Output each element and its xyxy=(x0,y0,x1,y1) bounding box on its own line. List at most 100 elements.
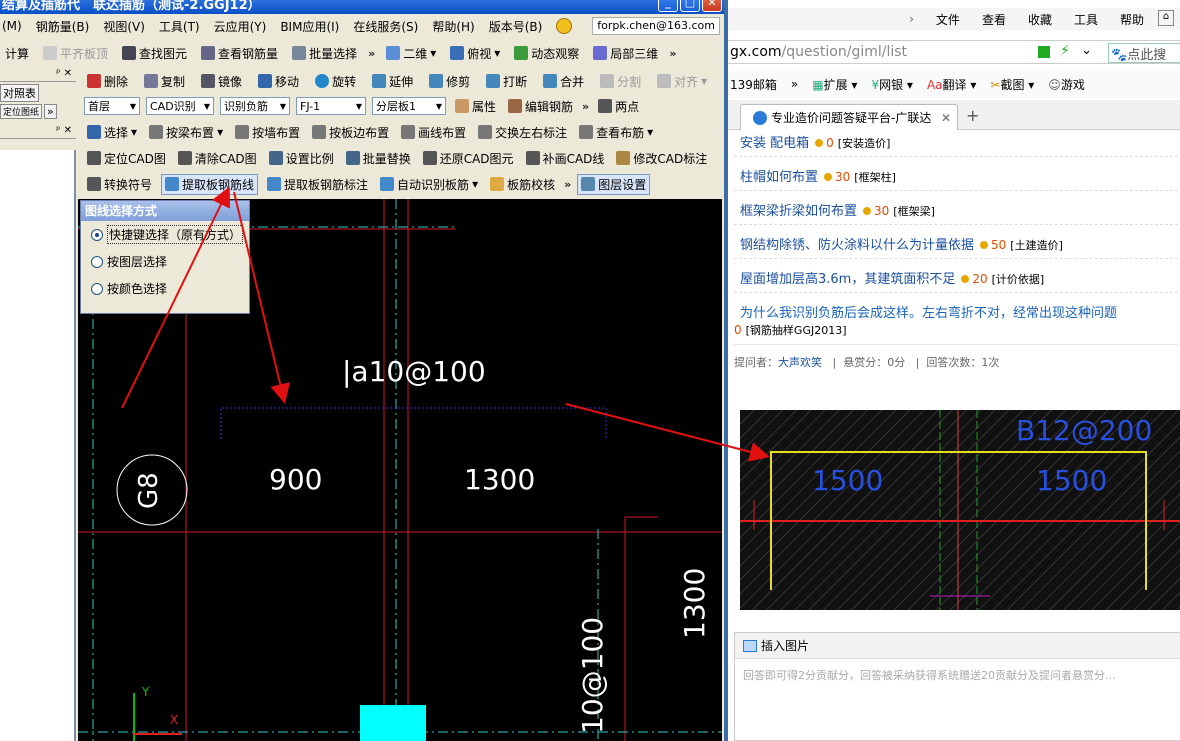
fav-games[interactable]: ☺游戏 xyxy=(1048,76,1085,93)
auto-identify-slab-rebar-button[interactable]: 自动识别板筋 ▾ xyxy=(377,175,481,194)
browser-menu-help[interactable]: 帮助 xyxy=(1120,11,1144,28)
address-bar[interactable]: gx.com/question/giml/list ⚡ ⌄ 🐾点此搜 xyxy=(728,40,1180,64)
radio-dot[interactable] xyxy=(91,282,103,295)
fav-139mail[interactable]: 139邮箱 xyxy=(730,76,777,93)
fav-screenshot[interactable]: ✂截图 ▾ xyxy=(990,76,1034,93)
browser-menu-favorites[interactable]: 收藏 xyxy=(1028,11,1052,28)
layout-by-beam-button[interactable]: 按梁布置 ▾ xyxy=(146,123,226,142)
tab-question-platform[interactable]: 专业造价问题答疑平台-广联达 ✕ xyxy=(740,104,958,130)
radio-layer-select[interactable]: 按图层选择 xyxy=(81,248,249,275)
edit-rebar-button[interactable]: 编辑钢筋 xyxy=(505,97,576,116)
radio-dot[interactable] xyxy=(91,255,103,268)
merge-button[interactable]: 合并 xyxy=(540,72,587,91)
question-item[interactable]: 柱帽如何布置 30 [框架柱] xyxy=(740,166,896,185)
dock-expand-button[interactable]: » xyxy=(44,104,57,119)
radio-color-select[interactable]: 按颜色选择 xyxy=(81,275,249,302)
question-image[interactable]: B12@200 1500 1500 xyxy=(740,410,1180,610)
batch-select-button[interactable]: 批量选择 xyxy=(289,44,360,63)
draw-line-layout-button[interactable]: 画线布置 xyxy=(398,123,469,142)
restore-cad-button[interactable]: 还原CAD图元 xyxy=(420,149,517,168)
calc-button[interactable]: 计算 xyxy=(2,44,32,63)
align-button[interactable]: 对齐 ▾ xyxy=(654,72,710,91)
home-icon[interactable]: ⌂ xyxy=(1158,10,1174,26)
overflow-chevron-icon[interactable]: » xyxy=(564,178,571,191)
question-item[interactable]: 屋面增加层高3.6m，其建筑面积不足 20 [计价依据] xyxy=(740,268,1044,287)
delete-button[interactable]: 删除 xyxy=(84,72,131,91)
view-rebar-layout-button[interactable]: 查看布筋 ▾ xyxy=(576,123,656,142)
batch-replace-button[interactable]: 批量替换 xyxy=(343,149,414,168)
menu-item-cloud[interactable]: 云应用(Y) xyxy=(214,18,267,35)
two-point-button[interactable]: 两点 xyxy=(595,97,642,116)
asker-name[interactable]: 大声欢笑 xyxy=(778,356,822,369)
clear-cad-button[interactable]: 清除CAD图 xyxy=(175,149,260,168)
slab-rebar-check-button[interactable]: 板筋校核 xyxy=(487,175,558,194)
maximize-button[interactable]: □ xyxy=(680,0,700,12)
fav-extensions[interactable]: ▦扩展 ▾ xyxy=(812,76,857,93)
question-item[interactable]: 安装 配电箱 0 [安装造价] xyxy=(740,132,890,151)
close-button[interactable]: ✕ xyxy=(702,0,722,12)
fav-ebank[interactable]: ¥网银 ▾ xyxy=(871,76,913,93)
dropdown-chevron-icon[interactable]: ⌄ xyxy=(1081,43,1092,58)
break-button[interactable]: 打断 xyxy=(483,72,530,91)
redraw-cad-line-button[interactable]: 补画CAD线 xyxy=(523,149,608,168)
menu-item-online[interactable]: 在线服务(S) xyxy=(353,18,418,35)
extract-slab-rebar-label-button[interactable]: 提取板钢筋标注 xyxy=(264,175,371,194)
answer-textarea[interactable]: 回答即可得2分贡献分，回答被采纳获得系统赠送20贡献分及提问者悬赏分... xyxy=(735,659,1180,691)
rotate-button[interactable]: 旋转 xyxy=(312,72,359,91)
split-button[interactable]: 分割 xyxy=(597,72,644,91)
move-button[interactable]: 移动 xyxy=(255,72,302,91)
layout-by-slab-edge-button[interactable]: 按板边布置 xyxy=(309,123,392,142)
insert-image-icon[interactable] xyxy=(743,639,757,652)
browser-menu-view[interactable]: 查看 xyxy=(982,11,1006,28)
menu-item-help[interactable]: 帮助(H) xyxy=(432,18,474,35)
radio-shortcut-select[interactable]: 快捷键选择（原有方式） xyxy=(81,221,249,248)
slab-layer-select[interactable]: 分层板1 ▼ xyxy=(372,97,446,115)
question-item[interactable]: 框架梁折梁如何布置 30 [框架梁] xyxy=(740,200,935,219)
extract-slab-rebar-line-button[interactable]: 提取板钢筋线 xyxy=(161,173,259,195)
fav-translate[interactable]: Aa翻译 ▾ xyxy=(927,76,976,93)
set-scale-button[interactable]: 设置比例 xyxy=(266,149,337,168)
dynamic-view-button[interactable]: 动态观察 xyxy=(511,44,582,63)
overflow-chevron-icon[interactable]: » xyxy=(368,47,375,60)
property-button[interactable]: 属性 xyxy=(452,97,499,116)
flush-slab-button[interactable]: 平齐板顶 xyxy=(40,44,111,63)
overflow-chevron-icon[interactable]: » xyxy=(669,47,676,60)
dock-locate-drawing[interactable]: 定位图纸 xyxy=(0,104,43,119)
layer-settings-button[interactable]: 图层设置 xyxy=(577,173,651,195)
fav-overflow-chevron-icon[interactable]: » xyxy=(791,77,798,91)
cad-identify-select[interactable]: CAD识别 ▼ xyxy=(146,97,214,115)
minimize-button[interactable]: _ xyxy=(658,0,678,12)
locate-cad-button[interactable]: 定位CAD图 xyxy=(84,149,169,168)
search-input[interactable]: 🐾点此搜 xyxy=(1108,43,1180,63)
qr-icon[interactable] xyxy=(1038,46,1050,58)
menu-item-first[interactable]: (M) xyxy=(2,19,22,33)
user-email[interactable]: forpk.chen@163.com xyxy=(592,17,720,35)
new-tab-button[interactable]: + xyxy=(966,106,979,125)
view-mode-dropdown[interactable]: 二维 ▾ xyxy=(383,44,439,63)
menu-item-tools[interactable]: 工具(T) xyxy=(159,18,200,35)
select-dropdown[interactable]: 选择 ▾ xyxy=(84,123,140,142)
menu-item-rebar[interactable]: 钢筋量(B) xyxy=(36,18,90,35)
copy-button[interactable]: 复制 xyxy=(141,72,188,91)
lightning-icon[interactable]: ⚡ xyxy=(1060,43,1070,59)
modify-cad-label-button[interactable]: 修改CAD标注 xyxy=(613,149,710,168)
view-rebar-button[interactable]: 查看钢筋量 xyxy=(198,44,281,63)
insert-image-button[interactable]: 插入图片 xyxy=(761,637,809,654)
menu-item-bim[interactable]: BIM应用(I) xyxy=(280,18,339,35)
radio-dot[interactable] xyxy=(91,228,103,241)
extend-button[interactable]: 延伸 xyxy=(369,72,416,91)
overflow-chevron-icon[interactable]: » xyxy=(582,100,589,113)
trim-button[interactable]: 修剪 xyxy=(426,72,473,91)
nav-chevron-icon[interactable]: › xyxy=(909,12,914,26)
element-code-select[interactable]: FJ-1 ▼ xyxy=(296,97,366,115)
top-view-dropdown[interactable]: 俯视 ▾ xyxy=(447,44,503,63)
floor-select[interactable]: 首层 ▼ xyxy=(84,97,140,115)
dock-compare-table[interactable]: 对照表 xyxy=(0,84,39,102)
browser-menu-file[interactable]: 文件 xyxy=(936,11,960,28)
layout-by-wall-button[interactable]: 按墙布置 xyxy=(232,123,303,142)
menu-item-version[interactable]: 版本号(B) xyxy=(489,18,543,35)
menu-item-view[interactable]: 视图(V) xyxy=(103,18,145,35)
identify-neg-rebar-select[interactable]: 识别负筋 ▼ xyxy=(220,97,290,115)
browser-menu-tools[interactable]: 工具 xyxy=(1074,11,1098,28)
tab-close-icon[interactable]: ✕ xyxy=(941,111,951,125)
